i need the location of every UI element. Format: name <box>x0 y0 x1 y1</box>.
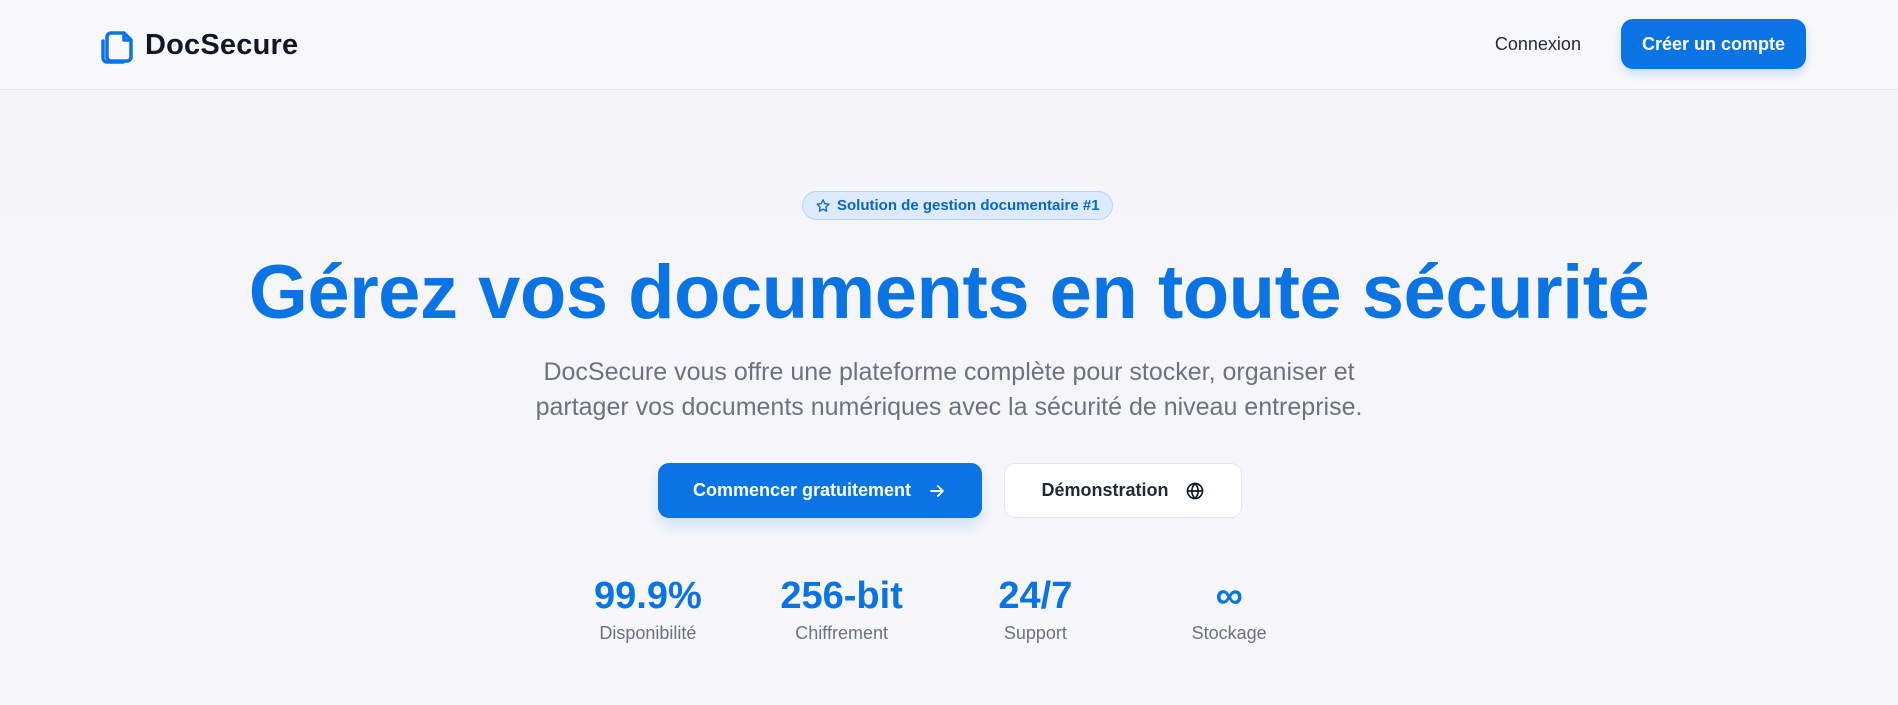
globe-icon <box>1186 482 1203 499</box>
star-icon <box>816 198 830 212</box>
arrow-right-icon <box>930 484 944 497</box>
stat-value: 256-bit <box>780 575 903 617</box>
stat-value: 24/7 <box>998 575 1073 617</box>
hero-actions: Commencer gratuitement Démonstration <box>658 463 1242 518</box>
signup-button[interactable]: Créer un compte <box>1620 19 1806 69</box>
nav-actions: Connexion Créer un compte <box>1495 19 1806 69</box>
stat-support: 24/7 Support <box>939 574 1133 649</box>
stat-value: 99.9% <box>594 575 702 617</box>
stat-label: Chiffrement <box>795 623 888 643</box>
hero-description: DocSecure vous offre une plateforme comp… <box>535 358 1363 421</box>
stat-label: Support <box>1003 623 1067 643</box>
demo-button[interactable]: Démonstration <box>1004 463 1242 518</box>
brand-name: DocSecure <box>145 28 299 61</box>
stat-availability: 99.9% Disponibilité <box>551 574 745 649</box>
start-free-button[interactable]: Commencer gratuitement <box>658 463 982 518</box>
hero-section: Solution de gestion documentaire #1 Gére… <box>0 91 1898 705</box>
stats-section: 99.9% Disponibilité 256-bit Chiffrement … <box>551 574 1326 649</box>
hero-badge-label: Solution de gestion documentaire #1 <box>837 197 1100 214</box>
hero-title: Gérez vos documents en toute sécurité <box>248 250 1650 335</box>
hero-badge: Solution de gestion documentaire #1 <box>802 191 1113 220</box>
stat-storage: ∞ Stockage <box>1132 574 1326 649</box>
login-link[interactable]: Connexion <box>1495 34 1581 55</box>
top-navbar: DocSecure Connexion Créer un compte <box>0 0 1898 90</box>
document-stack-icon <box>101 31 133 64</box>
brand-logo[interactable]: DocSecure <box>97 22 298 68</box>
demo-label: Démonstration <box>1041 480 1169 500</box>
stat-label: Disponibilité <box>599 623 697 643</box>
stat-encryption: 256-bit Chiffrement <box>745 574 939 649</box>
stat-value: ∞ <box>1215 575 1243 617</box>
start-free-label: Commencer gratuitement <box>692 480 912 500</box>
stat-label: Stockage <box>1191 623 1267 643</box>
